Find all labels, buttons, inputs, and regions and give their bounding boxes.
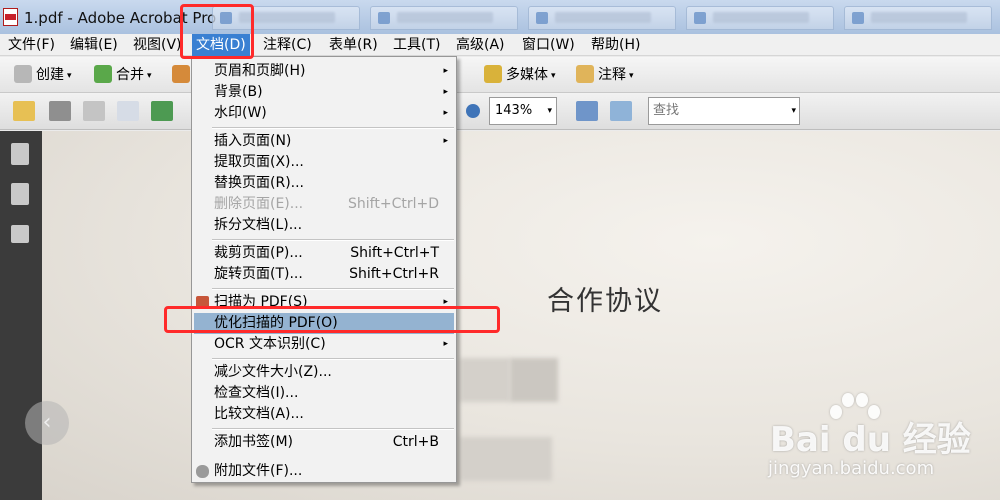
redacted-text-block bbox=[460, 437, 552, 481]
submenu-arrow-icon: ▸ bbox=[443, 66, 448, 76]
document-menu-dropdown: 页眉和页脚(H) ▸ 背景(B) ▸ 水印(W) ▸ 插入页面(N) ▸ 提取页面(X)… bbox=[191, 56, 457, 483]
redacted-text-block bbox=[510, 358, 558, 402]
paperclip-icon bbox=[196, 465, 209, 478]
watermark-logo: Bai du 经验 bbox=[770, 420, 971, 460]
menu-item-extract-pages[interactable]: 提取页面(X)... bbox=[192, 152, 456, 173]
submenu-arrow-icon: ▸ bbox=[443, 136, 448, 146]
background-tab[interactable] bbox=[370, 6, 518, 30]
comment-icon bbox=[576, 65, 594, 83]
menu-item-split-document[interactable]: 拆分文档(L)... bbox=[192, 215, 456, 236]
menu-item-insert-pages[interactable]: 插入页面(N) ▸ bbox=[192, 131, 456, 152]
multimedia-button[interactable]: 多媒体 ▾ bbox=[484, 63, 556, 87]
title-bar: 1.pdf - Adobe Acrobat Pro bbox=[0, 0, 1000, 34]
save-icon[interactable] bbox=[83, 101, 105, 121]
collaborate-icon bbox=[172, 65, 190, 83]
fit-width-icon[interactable] bbox=[576, 101, 598, 121]
menu-item-background[interactable]: 背景(B) ▸ bbox=[192, 82, 456, 103]
menu-item-header-footer[interactable]: 页眉和页脚(H) ▸ bbox=[192, 61, 456, 82]
menu-tools[interactable]: 工具(T) bbox=[389, 34, 444, 56]
create-icon bbox=[14, 65, 32, 83]
email-icon[interactable] bbox=[117, 101, 139, 121]
menu-item-add-bookmark[interactable]: 添加书签(M) Ctrl+B bbox=[192, 432, 456, 453]
menu-window[interactable]: 窗口(W) bbox=[518, 34, 579, 56]
menu-separator bbox=[212, 358, 454, 360]
background-tab[interactable] bbox=[686, 6, 834, 30]
menu-file[interactable]: 文件(F) bbox=[4, 34, 59, 56]
previous-page-button[interactable]: ‹ bbox=[25, 401, 69, 445]
fit-page-icon[interactable] bbox=[610, 101, 632, 121]
menu-edit[interactable]: 编辑(E) bbox=[66, 34, 122, 56]
menu-view[interactable]: 视图(V) bbox=[129, 34, 186, 56]
zoom-value: 143% bbox=[495, 103, 533, 118]
menu-item-compare-documents[interactable]: 比较文档(A)... bbox=[192, 404, 456, 425]
signatures-icon[interactable] bbox=[11, 225, 29, 243]
chevron-down-icon: ▾ bbox=[791, 106, 796, 116]
create-label: 创建 bbox=[36, 67, 64, 83]
menu-item-watermark[interactable]: 水印(W) ▸ bbox=[192, 103, 456, 124]
menu-form[interactable]: 表单(R) bbox=[325, 34, 382, 56]
menu-separator bbox=[212, 288, 454, 290]
tab-favicon-icon bbox=[536, 12, 548, 24]
pdf-app-icon bbox=[3, 8, 18, 26]
menu-item-crop-pages[interactable]: 裁剪页面(P)... Shift+Ctrl+T bbox=[192, 243, 456, 264]
menu-advanced[interactable]: 高级(A) bbox=[452, 34, 509, 56]
menu-comment[interactable]: 注释(C) bbox=[259, 34, 316, 56]
multimedia-icon bbox=[484, 65, 502, 83]
merge-icon bbox=[94, 65, 112, 83]
chevron-down-icon: ▾ bbox=[547, 106, 552, 116]
search-placeholder: 查找 bbox=[653, 103, 680, 118]
open-folder-icon[interactable] bbox=[13, 101, 35, 121]
pages-icon[interactable] bbox=[11, 143, 29, 165]
annotation-highlight-document-menu bbox=[180, 4, 254, 59]
background-tab[interactable] bbox=[844, 6, 992, 30]
menu-bar: 文件(F) 编辑(E) 视图(V) 文档(D) 注释(C) 表单(R) 工具(T… bbox=[0, 34, 1000, 56]
menu-item-delete-pages: 删除页面(E)... Shift+Ctrl+D bbox=[214, 196, 439, 212]
submenu-arrow-icon: ▸ bbox=[443, 87, 448, 97]
bookmarks-icon[interactable] bbox=[11, 183, 29, 205]
merge-label: 合并 bbox=[116, 67, 144, 83]
create-button[interactable]: 创建 ▾ bbox=[14, 63, 72, 87]
background-tab[interactable] bbox=[528, 6, 676, 30]
tab-favicon-icon bbox=[378, 12, 390, 24]
tab-favicon-icon bbox=[852, 12, 864, 24]
watermark-url: jingyan.baidu.com bbox=[768, 458, 935, 479]
multimedia-label: 多媒体 bbox=[506, 67, 548, 83]
menu-separator bbox=[212, 239, 454, 241]
zoom-in-icon[interactable] bbox=[466, 104, 480, 118]
upload-icon[interactable] bbox=[151, 101, 173, 121]
chevron-down-icon: ▾ bbox=[629, 71, 634, 81]
chevron-down-icon: ▾ bbox=[551, 71, 556, 81]
menu-item-examine-document[interactable]: 检查文档(I)... bbox=[192, 383, 456, 404]
comment-label: 注释 bbox=[598, 67, 626, 83]
menu-item-attach-file[interactable]: 附加文件(F)... bbox=[192, 461, 456, 482]
chevron-down-icon: ▾ bbox=[147, 71, 152, 81]
menu-separator bbox=[212, 428, 454, 430]
tasks-toolbar: 创建 ▾ 合并 ▾ 多媒体 ▾ 注释 ▾ bbox=[0, 57, 1000, 93]
annotation-highlight-optimize-item bbox=[164, 306, 500, 333]
menu-item-reduce-size[interactable]: 减少文件大小(Z)... bbox=[192, 362, 456, 383]
tab-favicon-icon bbox=[694, 12, 706, 24]
menu-item-rotate-pages[interactable]: 旋转页面(T)... Shift+Ctrl+R bbox=[192, 264, 456, 285]
submenu-arrow-icon: ▸ bbox=[443, 339, 448, 349]
menu-item-ocr[interactable]: OCR 文本识别(C) ▸ bbox=[192, 334, 456, 355]
zoom-select[interactable]: 143% ▾ bbox=[489, 97, 557, 125]
navigation-panel bbox=[0, 131, 42, 500]
redacted-text-block bbox=[460, 358, 510, 402]
search-input[interactable]: 查找 ▾ bbox=[648, 97, 800, 125]
chevron-down-icon: ▾ bbox=[67, 71, 72, 81]
document-title: 合作协议 bbox=[547, 286, 663, 317]
menu-help[interactable]: 帮助(H) bbox=[587, 34, 644, 56]
print-icon[interactable] bbox=[49, 101, 71, 121]
comment-button[interactable]: 注释 ▾ bbox=[576, 63, 634, 87]
submenu-arrow-icon: ▸ bbox=[443, 108, 448, 118]
background-tab-strip bbox=[212, 6, 1000, 30]
menu-separator bbox=[212, 127, 454, 129]
merge-button[interactable]: 合并 ▾ bbox=[94, 63, 152, 87]
menu-item-replace-pages[interactable]: 替换页面(R)... bbox=[192, 173, 456, 194]
